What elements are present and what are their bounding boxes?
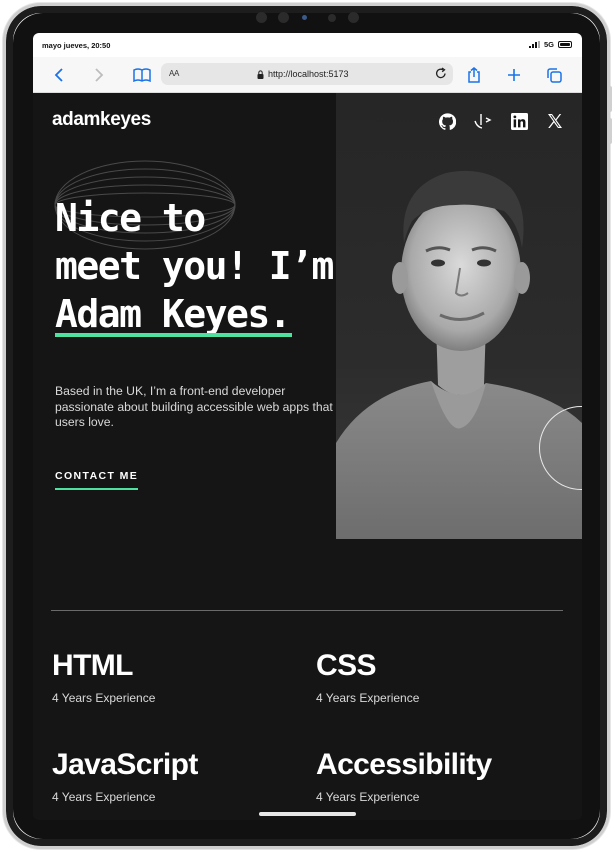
skill-experience: 4 Years Experience bbox=[52, 691, 156, 705]
url-text: http://localhost:5173 bbox=[268, 69, 349, 79]
text-size-button[interactable]: AA bbox=[169, 69, 179, 78]
section-divider bbox=[51, 610, 563, 611]
skill-item: Accessibility 4 Years Experience bbox=[316, 748, 492, 804]
back-icon[interactable] bbox=[51, 65, 67, 85]
sensor-icon bbox=[328, 14, 336, 22]
share-icon[interactable] bbox=[465, 65, 483, 85]
skill-item: JavaScript 4 Years Experience bbox=[52, 748, 198, 804]
tabs-icon[interactable] bbox=[545, 65, 563, 85]
lock-icon bbox=[257, 69, 264, 79]
skill-name: CSS bbox=[316, 649, 376, 682]
skill-name: HTML bbox=[52, 649, 134, 682]
contact-me-link[interactable]: CONTACT ME bbox=[55, 470, 139, 490]
site-logo[interactable]: adamkeyes bbox=[52, 109, 151, 131]
linkedin-icon[interactable] bbox=[510, 112, 528, 130]
home-indicator[interactable] bbox=[259, 812, 356, 816]
skill-experience: 4 Years Experience bbox=[52, 790, 156, 804]
headline-line-2: meet you! I’m bbox=[55, 244, 334, 288]
headline-name: Adam Keyes. bbox=[55, 292, 293, 337]
camera-icon bbox=[278, 12, 289, 23]
status-bar: mayo jueves, 20:50 5G bbox=[33, 33, 582, 57]
status-indicators: 5G bbox=[528, 40, 572, 49]
sensor-icon bbox=[348, 12, 359, 23]
skill-experience: 4 Years Experience bbox=[316, 790, 420, 804]
skill-item: CSS 4 Years Experience bbox=[316, 649, 419, 705]
power-button bbox=[608, 118, 612, 144]
new-tab-icon[interactable] bbox=[505, 65, 523, 85]
sensor-icon bbox=[256, 12, 267, 23]
forward-icon[interactable] bbox=[91, 65, 107, 85]
hero-intro: Based in the UK, I’m a front-end develop… bbox=[55, 384, 333, 429]
frontend-mentor-icon[interactable] bbox=[474, 112, 492, 130]
sensor-icon bbox=[302, 15, 307, 20]
skill-experience: 4 Years Experience bbox=[316, 691, 420, 705]
social-links bbox=[438, 112, 564, 130]
network-label: 5G bbox=[543, 40, 554, 49]
camera-bar bbox=[250, 10, 370, 24]
hero-headline: Nice to meet you! I’m Adam Keyes. bbox=[55, 194, 334, 338]
headline-line-1: Nice to bbox=[55, 196, 206, 240]
signal-icon bbox=[528, 41, 540, 48]
x-icon[interactable] bbox=[546, 112, 564, 130]
battery-icon bbox=[558, 41, 572, 48]
profile-photo bbox=[336, 93, 582, 539]
address-bar[interactable]: AA http://localhost:5173 bbox=[161, 63, 453, 85]
volume-button bbox=[608, 86, 612, 112]
browser-toolbar: AA http://localhost:5173 bbox=[33, 57, 582, 93]
screen: mayo jueves, 20:50 5G AA http://localhos… bbox=[33, 33, 582, 820]
status-time: mayo jueves, 20:50 bbox=[42, 41, 111, 50]
skill-name: Accessibility bbox=[316, 748, 492, 781]
skill-item: HTML 4 Years Experience bbox=[52, 649, 155, 705]
reload-icon[interactable] bbox=[435, 67, 447, 82]
skill-name: JavaScript bbox=[52, 748, 198, 781]
url-display[interactable]: http://localhost:5173 bbox=[257, 69, 349, 79]
github-icon[interactable] bbox=[438, 112, 456, 130]
portfolio-page: adamkeyes Nice to meet you! I’m Adam Key… bbox=[33, 93, 582, 820]
bookmarks-icon[interactable] bbox=[131, 65, 153, 85]
